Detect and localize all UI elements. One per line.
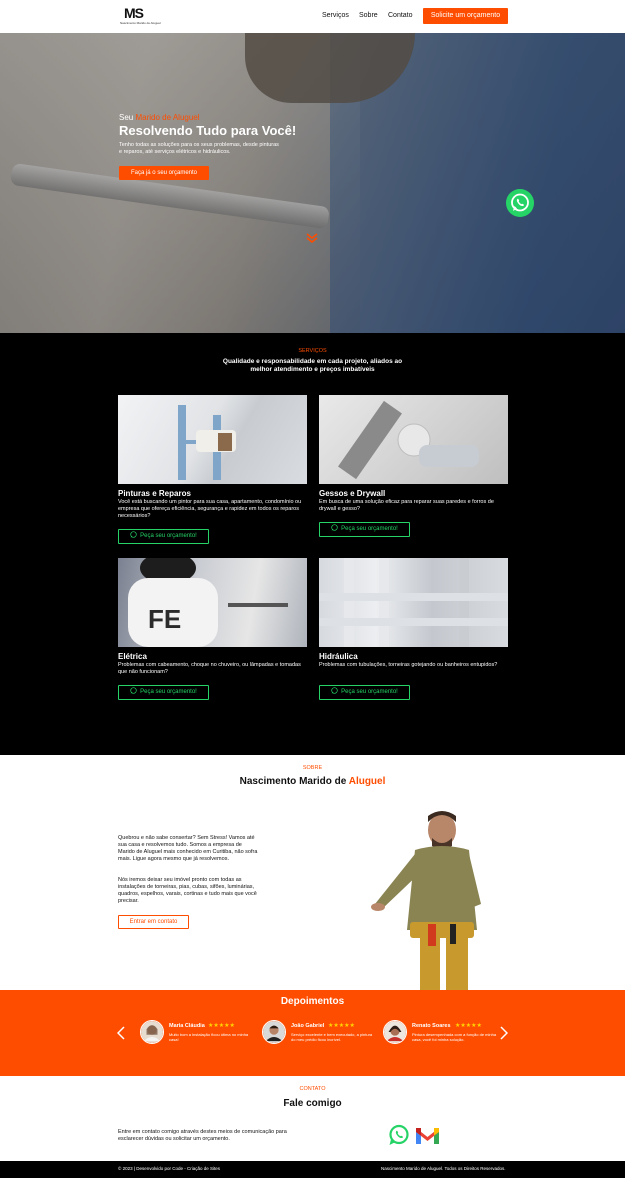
logo-subtitle: Nascimento Marido de Aluguel — [120, 21, 161, 25]
about-section: SOBRE Nascimento Marido de Aluguel Quebr… — [0, 755, 625, 990]
service-desc-eletrica: Problemas com cabeamento, choque no chuv… — [118, 662, 301, 675]
nav-sobre[interactable]: Sobre — [359, 12, 378, 19]
testimonial-name: Maria Cláudia — [169, 1023, 205, 1029]
handyman-image — [371, 811, 481, 990]
service-image-pinturas — [118, 395, 307, 484]
footer-rights: Nascimento Marido de Aluguel. Todos os D… — [381, 1166, 506, 1171]
testimonial-card: Maria Cláudia ★★★★★ Muito bom a instalaç… — [140, 1020, 255, 1048]
testimonial-quote: Muito bom a instalação ficou ótima no mi… — [169, 1032, 249, 1042]
hero-pretitle: Seu Marido de Aluguel — [119, 113, 200, 122]
service-quote-button-hidraulica[interactable]: Peça seu orçamento! — [319, 685, 410, 700]
service-image-hidraulica — [319, 558, 508, 647]
scroll-down-icon[interactable] — [306, 233, 318, 243]
service-quote-label: Peça seu orçamento! — [140, 689, 197, 695]
whatsapp-icon — [331, 524, 338, 531]
service-quote-label: Peça seu orçamento! — [341, 526, 398, 532]
whatsapp-icon[interactable] — [388, 1124, 410, 1146]
rating-stars-icon: ★★★★★ — [328, 1023, 355, 1029]
service-quote-label: Peça seu orçamento! — [341, 689, 398, 695]
testimonial-card: João Gabriel ★★★★★ Serviço excelente e b… — [262, 1020, 377, 1048]
nav-contato[interactable]: Contato — [388, 12, 413, 19]
footer-copyright: © 2023 | Desenvolvido por Code - Criação… — [118, 1166, 221, 1171]
service-title-hidraulica: Hidráulica — [319, 652, 358, 661]
service-quote-button-pinturas[interactable]: Peça seu orçamento! — [118, 529, 209, 544]
logo[interactable]: MS Nascimento Marido de Aluguel — [120, 5, 161, 27]
whatsapp-icon — [130, 687, 137, 694]
service-quote-label: Peça seu orçamento! — [140, 533, 197, 539]
whatsapp-icon — [331, 687, 338, 694]
services-eyebrow: SERVIÇOS — [298, 348, 327, 354]
service-desc-hidraulica: Problemas com tubulações, torneiras gote… — [319, 662, 498, 668]
testimonial-name: João Gabriel — [291, 1023, 325, 1029]
testimonial-name: Renato Soares — [412, 1023, 451, 1029]
testimonial-quote: Serviço excelente e bem executado, a pin… — [291, 1032, 373, 1042]
contact-title: Fale comigo — [283, 1098, 342, 1109]
site-header: MS Nascimento Marido de Aluguel Serviços… — [0, 0, 625, 33]
avatar — [262, 1020, 286, 1044]
whatsapp-float-icon[interactable] — [506, 189, 534, 217]
nav-servicos[interactable]: Serviços — [322, 12, 349, 19]
service-desc-gessos: Em busca de uma solução eficaz para repa… — [319, 499, 494, 512]
service-image-gessos — [319, 395, 508, 484]
carousel-prev-icon[interactable] — [117, 1026, 125, 1040]
avatar — [383, 1020, 407, 1044]
request-quote-button[interactable]: Solicite um orçamento — [423, 8, 508, 24]
about-paragraph-2: Nós iremos deixar seu imóvel pronto com … — [118, 877, 257, 904]
service-title-pinturas: Pinturas e Reparos — [118, 489, 191, 498]
testimonial-quote: Pintura desempenhada com a função de min… — [412, 1032, 497, 1042]
testimonials-title: Depoimentos — [280, 996, 345, 1007]
hero-section: Seu Marido de Aluguel Resolvendo Tudo pa… — [0, 33, 625, 333]
service-quote-button-gessos[interactable]: Peça seu orçamento! — [319, 522, 410, 537]
hero-pretitle-accent: Marido de Aluguel — [135, 113, 200, 122]
service-title-gessos: Gessos e Drywall — [319, 489, 386, 498]
logo-mark: MS — [124, 5, 144, 21]
service-image-eletrica: FE — [118, 558, 307, 647]
hero-overlay — [0, 33, 625, 333]
services-section: SERVIÇOS Qualidade e responsabilidade em… — [0, 333, 625, 755]
hero-text: Tenho todas as soluções para os seus pro… — [119, 142, 279, 155]
hero-title: Resolvendo Tudo para Você! — [119, 123, 297, 138]
about-paragraph-1: Quebrou e não sabe consertar? Sem Stress… — [118, 835, 258, 862]
testimonials-section: Depoimentos Maria Cláudia ★★★★★ Muito bo… — [0, 990, 625, 1076]
about-title-accent: Aluguel — [348, 776, 386, 787]
rating-stars-icon: ★★★★★ — [208, 1023, 235, 1029]
contact-button[interactable]: Entrar em contato — [118, 915, 189, 929]
svg-text:FE: FE — [148, 604, 181, 634]
services-heading: Qualidade e responsabilidade em cada pro… — [0, 358, 625, 374]
site-footer: © 2023 | Desenvolvido por Code - Criação… — [0, 1161, 625, 1178]
carousel-next-icon[interactable] — [500, 1026, 508, 1040]
service-title-eletrica: Elétrica — [118, 652, 147, 661]
contact-text: Entre em contato comigo através destes m… — [118, 1129, 287, 1142]
contact-section: CONTATO Fale comigo Entre em contato com… — [0, 1076, 625, 1161]
about-eyebrow: SOBRE — [302, 765, 323, 771]
contact-eyebrow: CONTATO — [299, 1086, 326, 1092]
service-quote-button-eletrica[interactable]: Peça seu orçamento! — [118, 685, 209, 700]
avatar — [140, 1020, 164, 1044]
testimonial-card: Renato Soares ★★★★★ Pintura desempenhada… — [383, 1020, 498, 1048]
services-heading-text: Qualidade e responsabilidade em cada pro… — [222, 358, 403, 373]
gmail-icon[interactable] — [416, 1127, 439, 1144]
service-desc-pinturas: Você está buscando um pintor para sua ca… — [118, 499, 302, 519]
about-title: Nascimento Marido de Aluguel — [239, 776, 386, 787]
whatsapp-icon — [130, 531, 137, 538]
hero-quote-button[interactable]: Faça já o seu orçamento — [119, 166, 209, 180]
rating-stars-icon: ★★★★★ — [455, 1023, 482, 1029]
